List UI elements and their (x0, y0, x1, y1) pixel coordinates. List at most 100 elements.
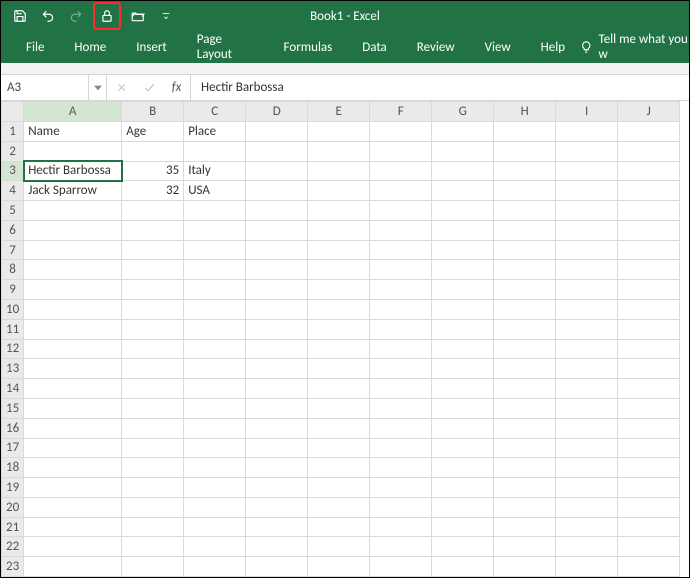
cell-E16[interactable] (308, 418, 370, 438)
cell-B12[interactable] (122, 339, 184, 359)
cell-H18[interactable] (494, 458, 556, 478)
save-icon[interactable] (9, 5, 31, 27)
cell-A23[interactable] (24, 557, 122, 577)
cell-J14[interactable] (618, 379, 680, 399)
cell-I12[interactable] (556, 339, 618, 359)
cell-A1[interactable]: Name (24, 122, 122, 142)
cell-B13[interactable] (122, 359, 184, 379)
cell-B17[interactable] (122, 438, 184, 458)
row-header-1[interactable]: 1 (2, 122, 24, 142)
row-header-22[interactable]: 22 (2, 537, 24, 557)
cell-C13[interactable] (184, 359, 246, 379)
cell-F3[interactable] (370, 161, 432, 181)
column-header-B[interactable]: B (122, 102, 184, 122)
cell-D12[interactable] (246, 339, 308, 359)
cell-I5[interactable] (556, 201, 618, 221)
cell-A14[interactable] (24, 379, 122, 399)
cell-C12[interactable] (184, 339, 246, 359)
cell-E19[interactable] (308, 478, 370, 498)
cell-H19[interactable] (494, 478, 556, 498)
cell-F19[interactable] (370, 478, 432, 498)
cell-C1[interactable]: Place (184, 122, 246, 142)
cell-I20[interactable] (556, 497, 618, 517)
cell-G8[interactable] (432, 260, 494, 280)
folder-open-icon[interactable] (127, 5, 149, 27)
cell-J20[interactable] (618, 497, 680, 517)
row-header-10[interactable]: 10 (2, 300, 24, 320)
cell-C15[interactable] (184, 398, 246, 418)
cell-G9[interactable] (432, 280, 494, 300)
cell-G13[interactable] (432, 359, 494, 379)
row-header-23[interactable]: 23 (2, 557, 24, 577)
cell-A12[interactable] (24, 339, 122, 359)
cell-F10[interactable] (370, 300, 432, 320)
cell-A17[interactable] (24, 438, 122, 458)
cell-D18[interactable] (246, 458, 308, 478)
row-header-4[interactable]: 4 (2, 181, 24, 201)
cell-E12[interactable] (308, 339, 370, 359)
cell-B8[interactable] (122, 260, 184, 280)
row-header-3[interactable]: 3 (2, 161, 24, 181)
cell-D8[interactable] (246, 260, 308, 280)
cell-G6[interactable] (432, 220, 494, 240)
cell-F11[interactable] (370, 319, 432, 339)
undo-icon[interactable] (37, 5, 59, 27)
cell-C22[interactable] (184, 537, 246, 557)
cell-G4[interactable] (432, 181, 494, 201)
cell-D11[interactable] (246, 319, 308, 339)
cell-A18[interactable] (24, 458, 122, 478)
cell-A15[interactable] (24, 398, 122, 418)
cell-B16[interactable] (122, 418, 184, 438)
cell-H8[interactable] (494, 260, 556, 280)
cell-I16[interactable] (556, 418, 618, 438)
cell-A19[interactable] (24, 478, 122, 498)
row-header-9[interactable]: 9 (2, 280, 24, 300)
cell-D3[interactable] (246, 161, 308, 181)
cell-C18[interactable] (184, 458, 246, 478)
cell-F8[interactable] (370, 260, 432, 280)
cell-D20[interactable] (246, 497, 308, 517)
column-header-G[interactable]: G (432, 102, 494, 122)
cell-J13[interactable] (618, 359, 680, 379)
cell-E14[interactable] (308, 379, 370, 399)
cell-F12[interactable] (370, 339, 432, 359)
cell-B3[interactable]: 35 (122, 161, 184, 181)
tab-help[interactable]: Help (526, 33, 580, 62)
cell-E23[interactable] (308, 557, 370, 577)
cell-D10[interactable] (246, 300, 308, 320)
column-header-I[interactable]: I (556, 102, 618, 122)
cell-B1[interactable]: Age (122, 122, 184, 142)
cell-C23[interactable] (184, 557, 246, 577)
cell-D1[interactable] (246, 122, 308, 142)
cell-J6[interactable] (618, 220, 680, 240)
cell-I11[interactable] (556, 319, 618, 339)
cell-B7[interactable] (122, 240, 184, 260)
cell-J12[interactable] (618, 339, 680, 359)
cell-H15[interactable] (494, 398, 556, 418)
cell-B4[interactable]: 32 (122, 181, 184, 201)
row-header-11[interactable]: 11 (2, 319, 24, 339)
cell-C17[interactable] (184, 438, 246, 458)
tab-review[interactable]: Review (402, 33, 470, 62)
cell-J16[interactable] (618, 418, 680, 438)
cell-D16[interactable] (246, 418, 308, 438)
cell-F9[interactable] (370, 280, 432, 300)
cell-D17[interactable] (246, 438, 308, 458)
cell-J5[interactable] (618, 201, 680, 221)
cell-H4[interactable] (494, 181, 556, 201)
cell-F7[interactable] (370, 240, 432, 260)
cell-A13[interactable] (24, 359, 122, 379)
cell-A22[interactable] (24, 537, 122, 557)
cell-F4[interactable] (370, 181, 432, 201)
cell-A21[interactable] (24, 517, 122, 537)
cell-A4[interactable]: Jack Sparrow (24, 181, 122, 201)
cell-I13[interactable] (556, 359, 618, 379)
cell-C14[interactable] (184, 379, 246, 399)
cell-J8[interactable] (618, 260, 680, 280)
cell-I19[interactable] (556, 478, 618, 498)
cell-J17[interactable] (618, 438, 680, 458)
cell-F14[interactable] (370, 379, 432, 399)
select-all-corner[interactable] (2, 102, 24, 122)
row-header-2[interactable]: 2 (2, 141, 24, 161)
cell-E21[interactable] (308, 517, 370, 537)
